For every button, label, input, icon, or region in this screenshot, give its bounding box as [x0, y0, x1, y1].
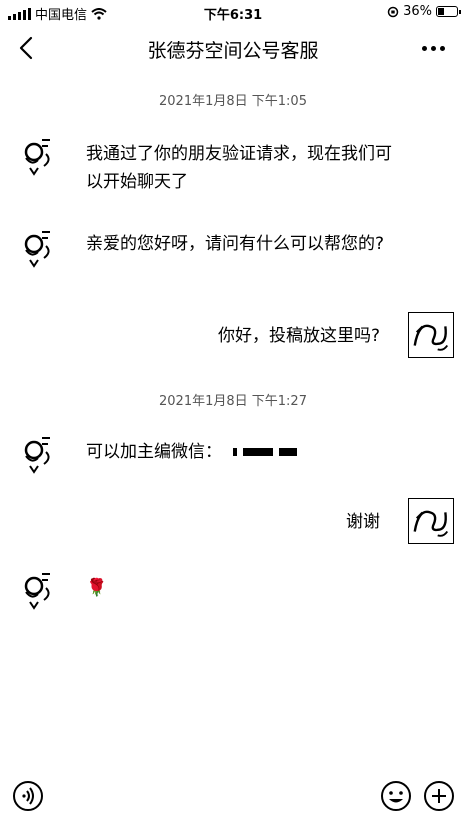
contact-avatar[interactable] [16, 430, 62, 476]
message-text: 我通过了你的朋友验证请求，现在我们可以开始聊天了 [86, 144, 392, 192]
input-bar [0, 770, 466, 826]
contact-avatar[interactable] [16, 132, 62, 178]
status-bar: 中国电信 下午6:31 36% [0, 0, 466, 24]
battery-icon [436, 6, 461, 17]
emoji-icon[interactable] [380, 780, 412, 812]
message-row: 🌹 [0, 566, 466, 622]
message-row: 谢谢 [0, 498, 466, 554]
message-text: 谢谢 [346, 512, 380, 532]
battery-percent: 36% [403, 4, 432, 19]
message-text: 🌹 [86, 578, 108, 598]
message-text-label: 可以加主编微信： [86, 442, 222, 462]
battery-fill [438, 8, 445, 15]
timestamp: 2021年1月8日 下午1:05 [159, 94, 307, 109]
message-row: 可以加主编微信： [0, 430, 466, 486]
message-text: 亲爱的您好呀，请问有什么可以帮您的? [86, 234, 385, 254]
user-avatar[interactable] [408, 498, 454, 544]
more-icon[interactable] [418, 34, 448, 62]
rotation-lock-icon [387, 6, 399, 17]
chat-area[interactable]: 2021年1月8日 下午1:05 我通过了你的朋友验证请求，现在我们可以开始聊天… [0, 72, 466, 762]
voice-icon[interactable] [12, 780, 44, 812]
status-right: 36% [387, 4, 461, 19]
contact-avatar[interactable] [16, 224, 62, 270]
message-text: 你好，投稿放这里吗? [217, 326, 380, 346]
plus-icon[interactable] [423, 780, 455, 812]
message-row: 你好，投稿放这里吗? [0, 312, 466, 368]
user-avatar[interactable] [408, 312, 454, 358]
contact-avatar[interactable] [16, 566, 62, 612]
timestamp: 2021年1月8日 下午1:27 [159, 394, 307, 409]
message-row: 我通过了你的朋友验证请求，现在我们可以开始聊天了 [0, 132, 466, 192]
chat-title: 张德芬空间公号客服 [147, 40, 319, 62]
chevron-left-icon[interactable] [12, 32, 42, 64]
nav-bar: 张德芬空间公号客服 [0, 24, 466, 72]
message-text: 可以加主编微信： [86, 438, 406, 466]
message-row: 亲爱的您好呀，请问有什么可以帮您的? [0, 224, 466, 284]
redacted-wechat-id [233, 448, 298, 456]
